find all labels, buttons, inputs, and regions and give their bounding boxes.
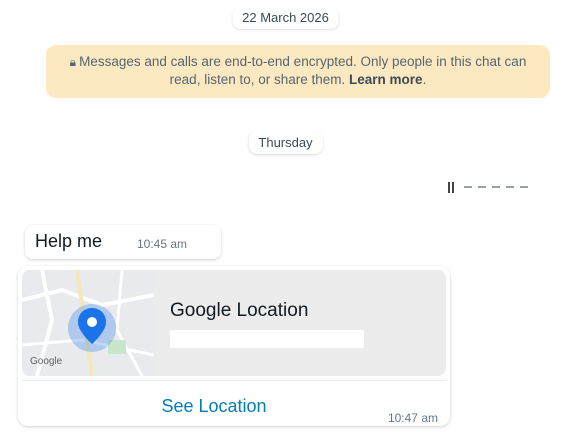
divider bbox=[22, 380, 446, 381]
lock-icon: 🔒︎ bbox=[69, 55, 77, 69]
date-divider: 22 March 2026 bbox=[232, 6, 339, 29]
message-time: 10:47 am bbox=[387, 411, 438, 425]
map-thumbnail[interactable]: Google bbox=[22, 270, 154, 376]
see-location-button[interactable]: See Location bbox=[18, 396, 450, 417]
encryption-text: Messages and calls are end-to-end encryp… bbox=[79, 54, 527, 87]
message-time: 10:45 am bbox=[137, 237, 188, 251]
location-title: Google Location bbox=[170, 300, 309, 321]
learn-more-link[interactable]: Learn more bbox=[349, 72, 423, 87]
message-bubble[interactable]: Help me 10:45 am bbox=[25, 225, 221, 259]
encryption-notice[interactable]: 🔒︎ Messages and calls are end-to-end encr… bbox=[46, 45, 550, 98]
day-divider: Thursday bbox=[248, 131, 323, 154]
google-attribution: Google bbox=[30, 356, 63, 367]
location-card[interactable]: Google Google Location bbox=[22, 270, 446, 376]
location-message-bubble[interactable]: Google Google Location See Location 10:4… bbox=[18, 266, 450, 426]
location-subtitle-placeholder bbox=[170, 330, 364, 348]
faint-text-artifact bbox=[448, 180, 558, 194]
message-text: Help me bbox=[35, 231, 103, 251]
